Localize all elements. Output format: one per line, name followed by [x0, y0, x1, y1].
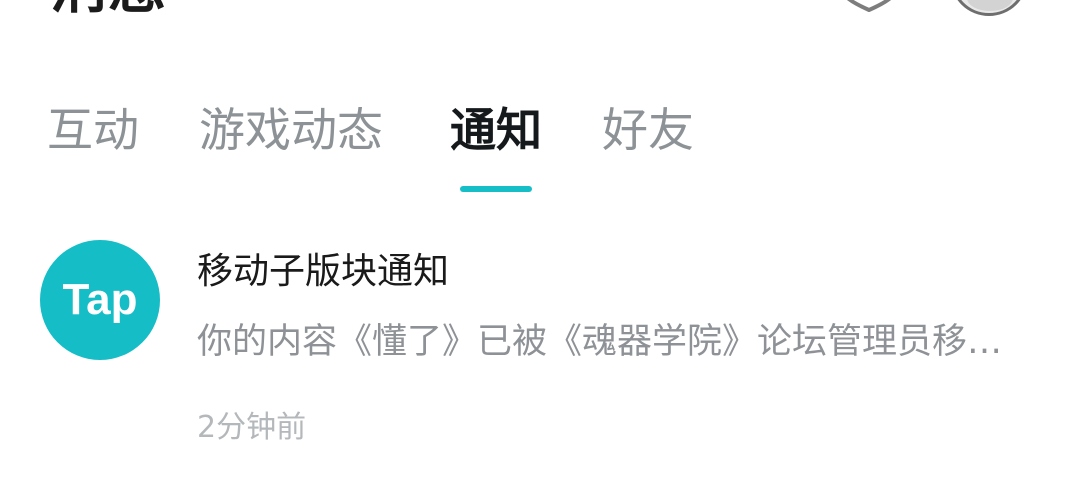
message-tabs: 互动 游戏动态 通知 好友	[0, 100, 1080, 200]
logo-text: Tap	[63, 275, 138, 324]
tab-game-updates[interactable]: 游戏动态	[199, 100, 383, 160]
notification-title: 移动子版块通知	[197, 251, 450, 292]
tab-friends[interactable]: 好友	[602, 100, 694, 160]
avatar[interactable]	[950, 0, 1028, 16]
messages-page: 消息 互动 游戏动态 通知 好友 Tap 移动子版块通知 你的内容《懂了》已被《…	[0, 0, 1080, 492]
tab-notifications[interactable]: 通知	[450, 100, 542, 160]
taptap-logo-icon[interactable]: Tap	[40, 240, 160, 360]
active-tab-indicator	[460, 186, 532, 192]
notification-item[interactable]: Tap 移动子版块通知 你的内容《懂了》已被《魂器学院》论坛管理员移动子版块 2…	[0, 228, 1080, 468]
notification-timestamp: 2分钟前	[197, 410, 307, 445]
notification-body: 你的内容《懂了》已被《魂器学院》论坛管理员移动子版块	[197, 322, 1027, 362]
shield-icon[interactable]	[838, 0, 900, 12]
tab-interaction[interactable]: 互动	[47, 100, 139, 160]
page-title: 消息	[50, 0, 166, 16]
